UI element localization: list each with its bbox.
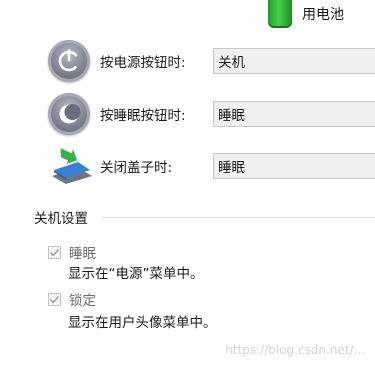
shutdown-settings-title: 关机设置 [34,211,88,227]
sleep-option-row[interactable]: 睡眠 [48,242,96,262]
sleep-option-description: 显示在“电源”菜单中。 [68,266,204,282]
checkmark-icon [50,248,60,256]
close-lid-row: 关闭盖子时: 睡眠 [48,146,375,186]
close-lid-action-dropdown[interactable]: 睡眠 [213,153,375,179]
sleep-button-icon [48,93,90,135]
section-divider [102,217,375,218]
power-settings-panel: 用电池 按电源按钮时: 关机 按睡眠按钮时: 睡眠 关闭盖子时: 睡眠 关机设置… [0,0,375,367]
power-button-icon [48,40,90,82]
power-button-label: 按电源按钮时: [100,55,186,71]
laptop-lid-icon [48,146,94,186]
power-button-action-dropdown[interactable]: 关机 [213,48,375,74]
sleep-button-action-dropdown[interactable]: 睡眠 [213,101,375,127]
battery-column-label: 用电池 [302,7,344,23]
sleep-button-row: 按睡眠按钮时: 睡眠 [48,93,375,135]
sleep-button-label: 按睡眠按钮时: [100,108,186,124]
sleep-option-label: 睡眠 [69,246,96,262]
lock-option-label: 锁定 [69,293,96,309]
watermark-text: https://blog.csdn.net/... [225,343,365,357]
power-button-row: 按电源按钮时: 关机 [48,40,375,82]
checkmark-icon [50,295,60,303]
sleep-checkbox[interactable] [48,245,61,259]
battery-icon [268,0,292,28]
lock-checkbox[interactable] [48,292,61,306]
battery-column-header: 用电池 [268,0,344,28]
lock-option-row[interactable]: 锁定 [48,289,96,309]
close-lid-label: 关闭盖子时: [100,160,173,176]
lock-option-description: 显示在用户头像菜单中。 [68,315,217,331]
